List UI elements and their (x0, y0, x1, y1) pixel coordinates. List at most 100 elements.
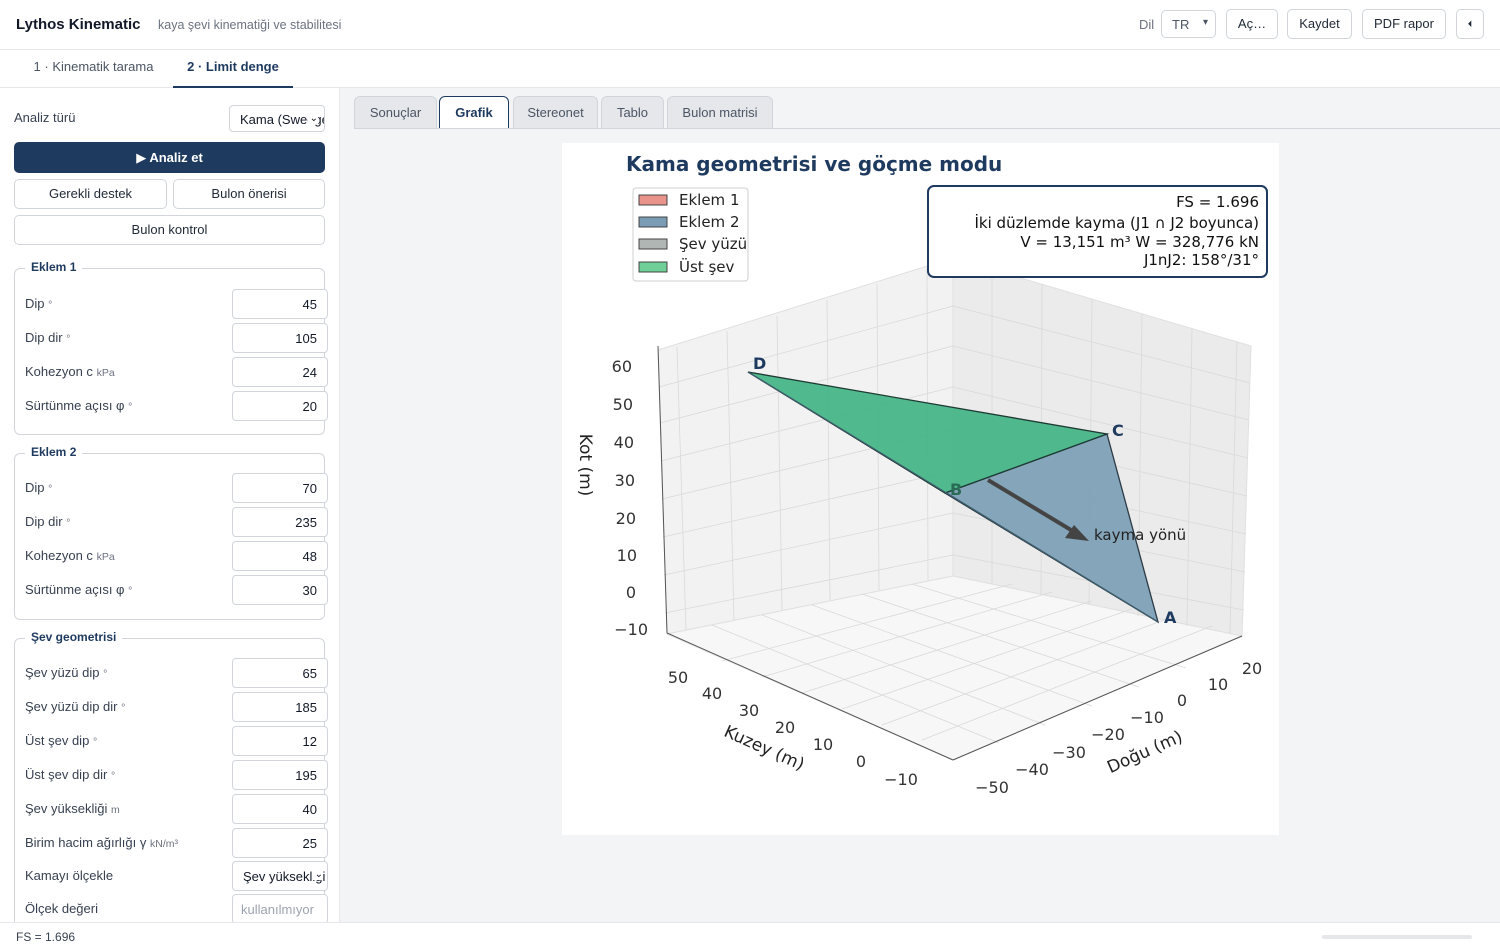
pdf-report-button[interactable]: PDF rapor (1362, 9, 1446, 39)
tab-results[interactable]: Sonuçlar (354, 96, 437, 129)
unit-weight-input[interactable]: 25 (232, 828, 328, 858)
slope-face-dip-input[interactable]: 65 (232, 658, 328, 688)
field-unit: kPa (96, 551, 115, 563)
save-button[interactable]: Kaydet (1287, 9, 1352, 39)
z-tick: 50 (613, 395, 633, 414)
y-tick: 50 (668, 668, 688, 687)
joint2-dip-input[interactable]: 70 (232, 473, 328, 503)
tab-limit-equilibrium[interactable]: 2 · Limit denge (173, 50, 293, 88)
field-label: Birim hacim ağırlığı γ (25, 835, 147, 850)
field-unit: kPa (96, 367, 115, 379)
joint1-friction-field: Sürtünme açısı φ ° 20 (25, 391, 328, 421)
bolt-suggestion-button[interactable]: Bulon önerisi (173, 179, 325, 209)
analysis-type-select[interactable]: Kama (Swedge) ⌄ (229, 105, 325, 132)
x-tick: −20 (1091, 725, 1125, 744)
slope-face-dip-field: Şev yüzü dip ° 65 (25, 658, 328, 688)
x-tick: −50 (975, 778, 1009, 797)
bolt-check-button[interactable]: Bulon kontrol (14, 215, 325, 245)
slope-height-field: Şev yüksekliği m 40 (25, 794, 328, 824)
joint1-dip-dir-field: Dip dir ° 105 (25, 323, 328, 353)
legend-swatch-face (638, 238, 668, 250)
joint1-dip-input[interactable]: 45 (232, 289, 328, 319)
field-unit: ° (128, 585, 133, 597)
vertex-label-c: C (1112, 421, 1124, 440)
joint1-friction-input[interactable]: 20 (232, 391, 328, 421)
field-unit: m (111, 804, 120, 816)
joint2-dip-dir-input[interactable]: 235 (232, 507, 328, 537)
field-unit: ° (48, 299, 53, 311)
divider (354, 128, 1500, 129)
field-unit: ° (103, 668, 108, 680)
app-tagline: kaya şevi kinematiği ve stabilitesi (158, 18, 342, 32)
status-text: FS = 1.696 (16, 930, 76, 944)
run-analysis-button[interactable]: ▶ Analiz et (14, 142, 325, 173)
field-label: Dip (25, 296, 45, 311)
wedge-figure: Kama geometrisi ve göçme modu 60 50 40 3… (562, 143, 1279, 835)
collapse-panel-button[interactable]: ⏴ (1456, 9, 1484, 39)
x-tick: −30 (1052, 743, 1086, 762)
z-tick: −10 (614, 620, 648, 639)
scale-amount-input[interactable]: kullanılmıyor (232, 894, 328, 922)
vertex-label-a: A (1164, 608, 1177, 627)
chevron-down-icon: ▾ (1202, 17, 1208, 28)
tab-stereonet[interactable]: Stereonet (513, 96, 598, 129)
open-button[interactable]: Aç… (1226, 9, 1278, 39)
upper-slope-dip-input[interactable]: 12 (232, 726, 328, 756)
field-label: Kamayı ölçekle (25, 868, 114, 883)
info-line: FS = 1.696 (1176, 193, 1259, 211)
slope-face-dip-dir-input[interactable]: 185 (232, 692, 328, 722)
progress-bar (1322, 935, 1472, 939)
language-select[interactable]: TR ▾ (1161, 10, 1216, 38)
y-tick: 20 (775, 718, 795, 737)
field-unit: ° (128, 401, 133, 413)
z-axis-label: Kot (m) (575, 434, 595, 497)
upper-slope-dip-field: Üst şev dip ° 12 (25, 726, 328, 756)
joint1-group: Eklem 1 Dip ° 45 Dip dir ° 105 Kohezyon … (14, 260, 328, 435)
field-unit: ° (66, 333, 71, 345)
field-label: Kohezyon c (25, 548, 93, 563)
vertex-label-d: D (753, 354, 766, 373)
x-tick: −40 (1015, 760, 1049, 779)
scale-amount-field: Ölçek değeri kullanılmıyor (25, 894, 328, 922)
info-line: J1nJ2: 158°/31° (1143, 251, 1259, 269)
legend-swatch-joint1 (638, 194, 668, 206)
joint2-cohesion-field: Kohezyon c kPa 48 (25, 541, 328, 571)
y-tick: 30 (739, 701, 759, 720)
x-tick: 20 (1242, 659, 1262, 678)
vertex-label-b: B (950, 480, 962, 499)
tab-table[interactable]: Tablo (601, 96, 664, 129)
field-unit: ° (48, 483, 53, 495)
z-tick: 0 (626, 583, 636, 602)
x-tick: 10 (1208, 675, 1228, 694)
scale-wedge-select[interactable]: Şev yüksekliği ⌄ (232, 861, 328, 891)
main-tabs: 1 · Kinematik tarama 2 · Limit denge (0, 50, 1500, 88)
y-tick: 10 (813, 735, 833, 754)
upper-slope-dip-dir-input[interactable]: 195 (232, 760, 328, 790)
legend-swatch-joint2 (638, 216, 668, 228)
chart-legend: Eklem 1 Eklem 2 Şev yüzü Üst şev (632, 187, 749, 282)
joint1-dip-dir-input[interactable]: 105 (232, 323, 328, 353)
legend-label: Eklem 1 (679, 191, 739, 209)
language-value: TR (1172, 17, 1190, 32)
x-tick: −10 (1130, 708, 1164, 727)
slope-face-dip-dir-field: Şev yüzü dip dir ° 185 (25, 692, 328, 722)
tab-kinematic-scan[interactable]: 1 · Kinematik tarama (16, 50, 171, 88)
chevron-down-icon: ⌄ (312, 869, 323, 880)
wedge-3d-chart: Kama geometrisi ve göçme modu 60 50 40 3… (575, 152, 1268, 797)
info-line: İki düzlemde kayma (J1 ∩ J2 boyunca) (975, 213, 1260, 232)
field-label: Şev yüksekliği (25, 801, 108, 816)
slope-height-input[interactable]: 40 (232, 794, 328, 824)
y-tick: 40 (702, 684, 722, 703)
content-area: Sonuçlar Grafik Stereonet Tablo Bulon ma… (340, 88, 1500, 922)
joint2-friction-input[interactable]: 30 (232, 575, 328, 605)
joint1-cohesion-input[interactable]: 24 (232, 357, 328, 387)
z-tick: 10 (617, 546, 637, 565)
field-label: Sürtünme açısı φ (25, 582, 125, 597)
z-tick: 30 (615, 471, 635, 490)
required-support-button[interactable]: Gerekli destek (14, 179, 167, 209)
y-tick: 0 (856, 752, 866, 771)
joint2-cohesion-input[interactable]: 48 (232, 541, 328, 571)
tab-bolt-matrix[interactable]: Bulon matrisi (667, 96, 773, 129)
x-tick: 0 (1177, 691, 1187, 710)
tab-chart[interactable]: Grafik (439, 96, 509, 129)
